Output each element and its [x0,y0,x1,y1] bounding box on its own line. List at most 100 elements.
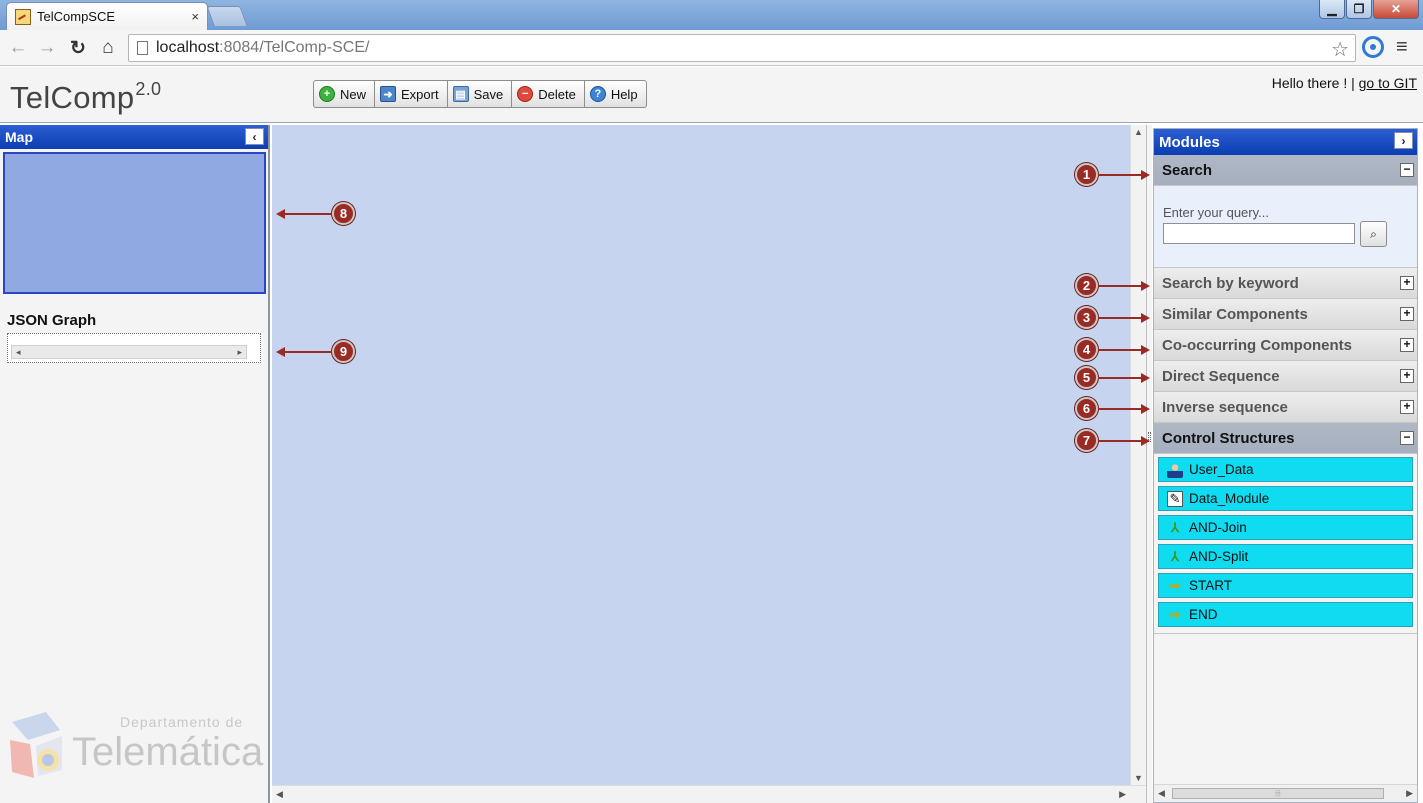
app-header: TelComp2.0 + New ➜ Export ▤ Save − Delete ? H… [0,67,1423,123]
collapse-minus-icon[interactable]: − [1400,163,1414,177]
plus-icon: + [319,86,335,102]
json-graph-area[interactable]: ◂ ▸ [7,333,261,363]
help-button[interactable]: ? Help [583,80,647,108]
end-arrow-icon: ⇒ [1169,606,1181,622]
query-label: Enter your query... [1163,205,1269,220]
panel-splitter[interactable] [1146,125,1152,803]
tab-close-icon[interactable]: × [191,9,199,24]
telematica-logo: Departamento de Telemática [8,710,263,790]
control-item-user-data[interactable]: User_Data [1158,457,1413,482]
git-link[interactable]: go to GIT [1359,75,1417,91]
window-controls: ▁ ❐ ✕ [1319,0,1419,19]
control-item-and-join[interactable]: ⅄ AND-Join [1158,515,1413,540]
expand-plus-icon[interactable]: + [1400,307,1414,321]
search-icon: ⌕ [1370,226,1377,241]
control-item-data-module[interactable]: ✎ Data_Module [1158,486,1413,511]
map-overview[interactable] [3,152,266,294]
browser-menu-icon[interactable]: ≡ [1396,37,1414,57]
control-structures-header[interactable]: Control Structures − [1154,423,1417,454]
address-bar[interactable]: localhost:8084/TelComp-SCE/ ☆ [128,34,1356,62]
annotation-9: 9 [276,340,355,363]
reload-icon[interactable]: ↻ [66,36,90,60]
delete-button[interactable]: − Delete [511,80,585,108]
user-icon [1167,461,1183,478]
annotation-6: 6 [1075,397,1150,420]
page-icon [137,41,148,55]
collapse-right-icon[interactable]: › [1394,132,1413,149]
minimize-icon[interactable]: ▁ [1319,0,1345,19]
scroll-left-icon[interactable]: ◀ [276,789,283,800]
telematica-logo-mark-icon [10,712,62,778]
scroll-down-icon[interactable]: ▼ [1134,773,1143,783]
annotation-8: 8 [276,202,355,225]
minus-icon: − [517,86,534,102]
export-icon: ➜ [380,86,397,102]
scroll-up-icon[interactable]: ▲ [1134,127,1143,137]
search-section-header[interactable]: Search − [1154,155,1417,186]
app-toolbar: + New ➜ Export ▤ Save − Delete ? Help [313,80,647,108]
map-title: Map [5,129,33,145]
search-by-keyword-header[interactable]: Search by keyword + [1154,268,1417,299]
annotation-7: 7 [1075,429,1150,452]
forward-arrow-icon[interactable]: → [35,36,59,60]
co-occurring-components-header[interactable]: Co-occurring Components + [1154,330,1417,361]
collapse-left-icon[interactable]: ‹ [245,128,264,145]
url-text: localhost:8084/TelComp-SCE/ [156,39,370,56]
new-tab-button[interactable] [206,6,248,26]
canvas-horizontal-scrollbar[interactable]: ◀ ▶ [272,785,1146,803]
scroll-left-icon[interactable]: ◀ [1158,788,1165,799]
scroll-thumb[interactable]: ⦙⦙⦙ [1172,788,1384,799]
collapse-minus-icon[interactable]: − [1400,431,1414,445]
left-panel: Map ‹ JSON Graph ◂ ▸ Departamento de Tele… [0,125,270,803]
logo-small-text: Departamento de [120,714,244,730]
canvas-vertical-scrollbar[interactable]: ▲ ▼ [1130,125,1146,785]
app-version: 2.0 [135,79,162,99]
annotation-3: 3 [1075,306,1150,329]
similar-components-header[interactable]: Similar Components + [1154,299,1417,330]
back-arrow-icon[interactable]: ← [6,36,30,60]
extension-icon[interactable] [1362,36,1384,58]
modules-horizontal-scrollbar[interactable]: ◀ ⦙⦙⦙ ▶ [1154,784,1417,802]
json-graph-scrollbar[interactable]: ◂ ▸ [11,345,247,359]
modules-panel: Modules › Search − Enter your query... ⌕… [1153,128,1418,803]
browser-toolbar: ← → ↻ ⌂ localhost:8084/TelComp-SCE/ ☆ ≡ [0,30,1423,66]
inverse-sequence-header[interactable]: Inverse sequence + [1154,392,1417,423]
control-item-start[interactable]: ⇒ START [1158,573,1413,598]
expand-plus-icon[interactable]: + [1400,276,1414,290]
search-button[interactable]: ⌕ [1360,221,1387,247]
greeting: Hello there ! | go to GIT [1271,75,1417,91]
start-arrow-icon: ⇒ [1169,577,1181,593]
restore-icon[interactable]: ❐ [1346,0,1372,19]
scroll-right-icon[interactable]: ▶ [1119,789,1126,800]
bookmark-star-icon[interactable]: ☆ [1331,37,1349,62]
expand-plus-icon[interactable]: + [1400,338,1414,352]
export-button[interactable]: ➜ Export [374,80,448,108]
annotation-1: 1 [1075,163,1150,186]
save-button[interactable]: ▤ Save [446,80,513,108]
app-title: TelComp2.0 [10,79,162,115]
json-graph-title: JSON Graph [7,312,97,329]
and-split-icon: ⅄ [1171,548,1179,564]
annotation-5: 5 [1075,366,1150,389]
save-icon: ▤ [452,86,469,102]
help-icon: ? [589,86,606,102]
scroll-right-icon[interactable]: ▶ [1406,788,1413,799]
data-module-icon: ✎ [1167,490,1183,507]
control-item-and-split[interactable]: ⅄ AND-Split [1158,544,1413,569]
expand-plus-icon[interactable]: + [1400,400,1414,414]
tab-title: TelCompSCE [37,9,116,24]
annotation-2: 2 [1075,274,1150,297]
composition-canvas[interactable]: ▲ ▼ ◀ ▶ [272,125,1146,803]
modules-title: Modules [1159,133,1220,151]
control-item-end[interactable]: ⇒ END [1158,602,1413,627]
home-icon[interactable]: ⌂ [96,36,120,60]
expand-plus-icon[interactable]: + [1400,369,1414,383]
window-close-icon[interactable]: ✕ [1373,0,1419,19]
modules-panel-header: Modules › [1154,129,1417,155]
direct-sequence-header[interactable]: Direct Sequence + [1154,361,1417,392]
telcomp-favicon-icon [15,8,31,25]
browser-tab[interactable]: TelCompSCE × [6,2,208,30]
map-panel-header: Map ‹ [0,125,268,149]
search-input[interactable] [1163,223,1355,244]
new-button[interactable]: + New [313,80,376,108]
